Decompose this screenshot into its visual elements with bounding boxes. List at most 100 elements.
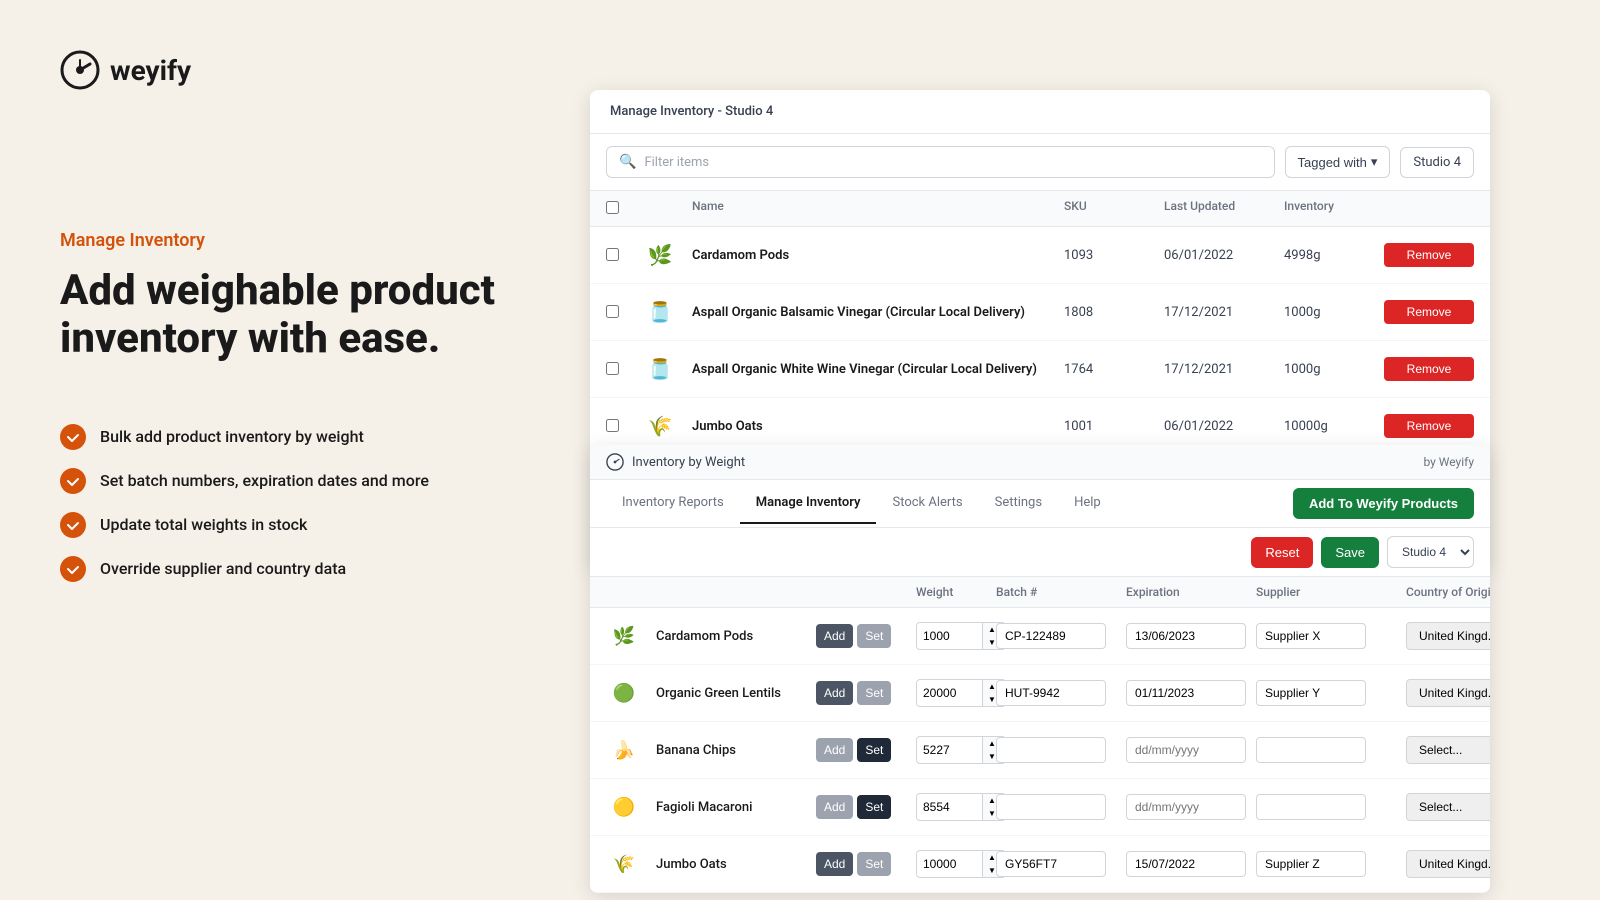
remove-btn-0[interactable]: Remove — [1384, 243, 1474, 267]
product-name-3: Jumbo Oats — [692, 419, 1064, 434]
sku-0: 1093 — [1064, 248, 1164, 263]
col-name: Name — [692, 199, 1064, 218]
inv-3: 10000g — [1284, 419, 1384, 434]
country-select-1[interactable]: United Kingd... — [1406, 679, 1490, 707]
weight-field-3[interactable] — [917, 795, 982, 819]
add-set-btns-0: Add Set — [816, 624, 916, 648]
expiration-input-3[interactable] — [1126, 794, 1246, 820]
check-icon-2 — [60, 468, 86, 494]
form-action-bar: Reset Save Studio 4 — [590, 528, 1490, 577]
col-inventory: Inventory — [1284, 199, 1384, 218]
form-product-name-1: Organic Green Lentils — [656, 686, 816, 701]
studio-select[interactable]: Studio 4 — [1387, 536, 1474, 568]
tab-settings[interactable]: Settings — [979, 483, 1058, 524]
select-all-checkbox[interactable] — [606, 201, 619, 214]
add-btn-2[interactable]: Add — [816, 738, 853, 762]
form-product-name-4: Jumbo Oats — [656, 857, 816, 872]
section-label: Manage Inventory — [60, 230, 500, 251]
add-btn-4[interactable]: Add — [816, 852, 853, 876]
remove-btn-2[interactable]: Remove — [1384, 357, 1474, 381]
form-row: 🟢 Organic Green Lentils Add Set ▲ ▼ Unit… — [590, 665, 1490, 722]
reset-button[interactable]: Reset — [1251, 537, 1313, 568]
expiration-input-1[interactable] — [1126, 680, 1246, 706]
feature-item-2: Set batch numbers, expiration dates and … — [60, 468, 500, 494]
country-select-2[interactable]: Select... — [1406, 736, 1490, 764]
add-to-weyify-button[interactable]: Add To Weyify Products — [1293, 488, 1474, 519]
check-icon-1 — [60, 424, 86, 450]
search-icon: 🔍 — [619, 154, 636, 170]
weight-input-2[interactable]: ▲ ▼ — [916, 736, 1006, 764]
tab-stock-alerts[interactable]: Stock Alerts — [876, 483, 978, 524]
row-checkbox-1[interactable] — [606, 305, 619, 318]
country-select-4[interactable]: United Kingd... — [1406, 850, 1490, 878]
logo-area: weyify — [60, 50, 500, 90]
sku-2: 1764 — [1064, 362, 1164, 377]
row-checkbox-3[interactable] — [606, 419, 619, 432]
weight-field-1[interactable] — [917, 681, 982, 705]
expiration-input-0[interactable] — [1126, 623, 1246, 649]
form-row: 🍌 Banana Chips Add Set ▲ ▼ Select... — [590, 722, 1490, 779]
weight-input-0[interactable]: ▲ ▼ — [916, 622, 1006, 650]
batch-input-1[interactable] — [996, 680, 1106, 706]
set-btn-0[interactable]: Set — [857, 624, 891, 648]
set-btn-2[interactable]: Set — [857, 738, 891, 762]
search-box[interactable]: 🔍 Filter items — [606, 146, 1275, 178]
supplier-input-4[interactable] — [1256, 851, 1366, 877]
weight-field-4[interactable] — [917, 852, 982, 876]
expiration-input-2[interactable] — [1126, 737, 1246, 763]
remove-btn-3[interactable]: Remove — [1384, 414, 1474, 438]
supplier-input-0[interactable] — [1256, 623, 1366, 649]
table-row: 🫙 Aspall Organic Balsamic Vinegar (Circu… — [590, 284, 1490, 341]
save-button[interactable]: Save — [1321, 537, 1379, 568]
batch-input-2[interactable] — [996, 737, 1106, 763]
tagged-with-button[interactable]: Tagged with ▾ — [1285, 146, 1391, 178]
weight-field-0[interactable] — [917, 624, 982, 648]
form-table-header: Weight Batch # Expiration Supplier Count… — [590, 577, 1490, 608]
weight-field-2[interactable] — [917, 738, 982, 762]
tab-manage-inventory[interactable]: Manage Inventory — [740, 483, 877, 524]
batch-input-0[interactable] — [996, 623, 1106, 649]
date-3: 06/01/2022 — [1164, 419, 1284, 434]
sku-1: 1808 — [1064, 305, 1164, 320]
feature-item-1: Bulk add product inventory by weight — [60, 424, 500, 450]
set-btn-4[interactable]: Set — [857, 852, 891, 876]
add-set-btns-4: Add Set — [816, 852, 916, 876]
table-header: Name SKU Last Updated Inventory — [590, 191, 1490, 227]
add-btn-1[interactable]: Add — [816, 681, 853, 705]
form-product-img-1: 🟢 — [606, 675, 642, 711]
set-btn-3[interactable]: Set — [857, 795, 891, 819]
country-select-3[interactable]: Select... — [1406, 793, 1490, 821]
hero-text: Add weighable product inventory with eas… — [60, 267, 500, 364]
product-thumb-2: 🫙 — [642, 351, 678, 387]
tab-help[interactable]: Help — [1058, 483, 1117, 524]
date-0: 06/01/2022 — [1164, 248, 1284, 263]
batch-input-4[interactable] — [996, 851, 1106, 877]
check-icon-4 — [60, 556, 86, 582]
expiration-input-4[interactable] — [1126, 851, 1246, 877]
remove-btn-1[interactable]: Remove — [1384, 300, 1474, 324]
set-btn-1[interactable]: Set — [857, 681, 891, 705]
supplier-input-3[interactable] — [1256, 794, 1366, 820]
form-row: 🌿 Cardamom Pods Add Set ▲ ▼ United Kingd… — [590, 608, 1490, 665]
weight-input-3[interactable]: ▲ ▼ — [916, 793, 1006, 821]
supplier-input-1[interactable] — [1256, 680, 1366, 706]
feature-item-4: Override supplier and country data — [60, 556, 500, 582]
row-checkbox-2[interactable] — [606, 362, 619, 375]
row-checkbox-0[interactable] — [606, 248, 619, 261]
weight-input-4[interactable]: ▲ ▼ — [916, 850, 1006, 878]
nav-tabs: Inventory Reports Manage Inventory Stock… — [590, 480, 1490, 528]
form-product-img-0: 🌿 — [606, 618, 642, 654]
product-name-1: Aspall Organic Balsamic Vinegar (Circula… — [692, 305, 1064, 320]
nav-tab-actions: Add To Weyify Products — [1293, 480, 1474, 527]
add-btn-3[interactable]: Add — [816, 795, 853, 819]
tab-inventory-reports[interactable]: Inventory Reports — [606, 483, 740, 524]
add-btn-0[interactable]: Add — [816, 624, 853, 648]
col-sku: SKU — [1064, 199, 1164, 218]
supplier-input-2[interactable] — [1256, 737, 1366, 763]
product-thumb-3: 🌾 — [642, 408, 678, 444]
search-placeholder: Filter items — [644, 155, 709, 170]
country-select-0[interactable]: United Kingd... — [1406, 622, 1490, 650]
weight-input-1[interactable]: ▲ ▼ — [916, 679, 1006, 707]
batch-input-3[interactable] — [996, 794, 1106, 820]
col-expiration: Expiration — [1126, 585, 1256, 599]
